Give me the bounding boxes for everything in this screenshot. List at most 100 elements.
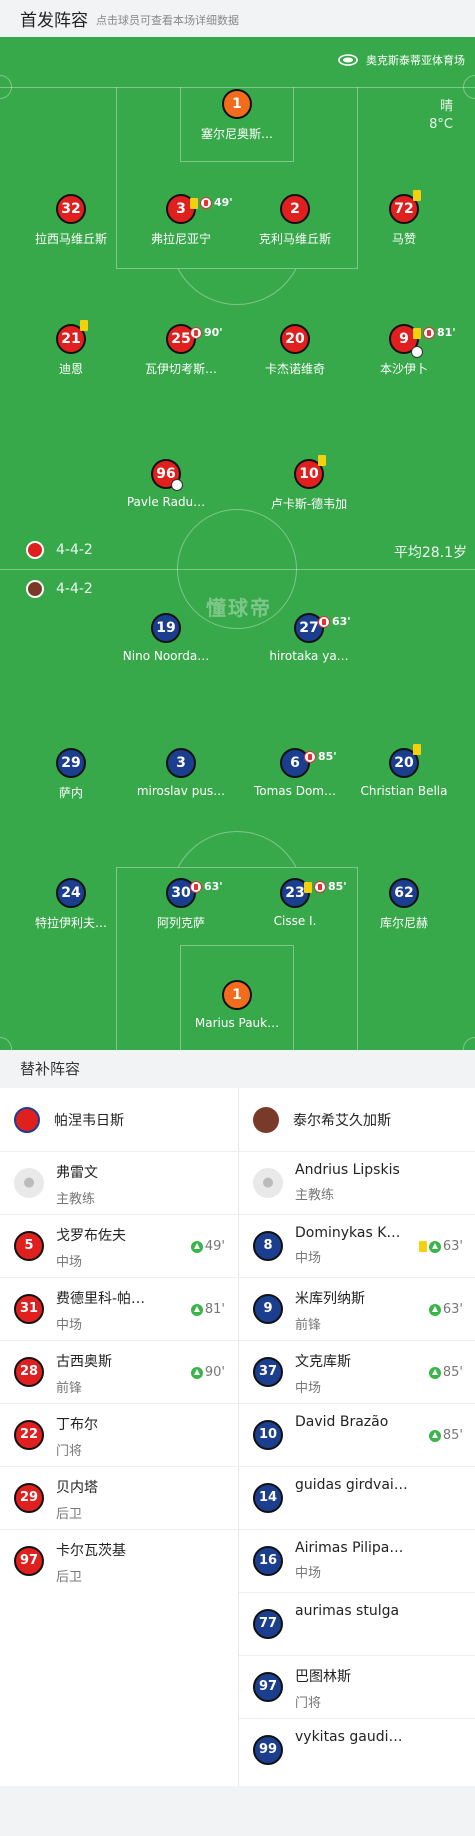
player-name: 卡杰诺维奇 <box>264 362 325 376</box>
player-name: 拉西马维丘斯 <box>34 232 107 246</box>
player-home[interactable]: 32 拉西马维丘斯 <box>11 194 131 247</box>
player-number: 8 <box>253 1231 283 1261</box>
sub-player[interactable]: 37 文克库斯 中场 85' <box>239 1341 475 1404</box>
sub-player[interactable]: 99 vykitas gaudi… <box>239 1719 475 1782</box>
player-away[interactable]: 23 85' Cisse I. <box>235 878 355 928</box>
home-coach[interactable]: ● 弗雷文 主教练 <box>0 1152 237 1215</box>
sub-player[interactable]: 29 贝内塔 后卫 <box>0 1467 237 1530</box>
weather-condition: 晴 <box>439 99 453 114</box>
player-name: 卢卡斯-德韦加 <box>270 497 348 511</box>
player-events <box>413 190 423 201</box>
player-home[interactable]: 2 克利马维丘斯 <box>235 194 355 247</box>
yellow-card-icon <box>413 190 421 201</box>
player-home-gk[interactable]: 1 塞尔尼奥斯… <box>177 89 297 142</box>
player-name: 库尔尼赫 <box>379 916 428 930</box>
event-time: 49' <box>214 196 233 209</box>
yellow-card-icon <box>318 455 326 466</box>
player-home[interactable]: 10 卢卡斯-德韦加 <box>249 455 369 512</box>
player-name: 阿列克萨 <box>156 916 205 930</box>
venue-name: 奥克斯泰蒂亚体育场 <box>366 54 465 67</box>
weather: 晴 8°C <box>429 98 453 134</box>
player-name: aurimas stulga <box>295 1603 400 1619</box>
sub-player[interactable]: 28 古西奥斯 前锋 90' <box>0 1341 237 1404</box>
player-away[interactable]: 3 miroslav pus… <box>121 748 241 798</box>
player-away[interactable]: 30 63' 阿列克萨 <box>121 878 241 931</box>
player-events: 85' <box>304 744 337 770</box>
player-away[interactable]: 6 85' Tomas Dom… <box>235 748 355 798</box>
sub-player[interactable]: 97 巴图林斯 门将 <box>239 1656 475 1719</box>
player-number: 3 <box>176 201 186 217</box>
player-number: 37 <box>253 1357 283 1387</box>
sub-in-info: 63' <box>428 1302 463 1317</box>
sub-player[interactable]: 10 David Brazão 85' <box>239 1404 475 1467</box>
player-position: 前锋 <box>56 1381 83 1396</box>
player-name: Cisse I. <box>273 914 317 928</box>
player-home[interactable]: 25 90' 瓦伊切考斯… <box>121 324 241 377</box>
sub-player[interactable]: 9 米库列纳斯 前锋 63' <box>239 1278 475 1341</box>
player-number: 22 <box>14 1420 44 1450</box>
away-coach[interactable]: ● Andrius Lipskis 主教练 <box>239 1152 475 1215</box>
player-name: 丁布尔 <box>56 1417 98 1433</box>
player-number: 20 <box>280 324 310 354</box>
player-home[interactable]: 9 81' 本沙伊卜 <box>344 324 464 377</box>
player-name: Airimas Pilipa… <box>295 1540 404 1556</box>
sub-in-info: 49' <box>190 1239 225 1254</box>
event-time: 63' <box>204 880 223 893</box>
away-formation-text: 4-4-2 <box>56 581 93 597</box>
player-number: 99 <box>253 1735 283 1765</box>
yellow-card-icon <box>413 327 421 339</box>
player-away[interactable]: 19 Nino Noorda… <box>106 613 226 663</box>
player-number: 97 <box>14 1546 44 1576</box>
player-position: 中场 <box>295 1566 322 1581</box>
player-away-gk[interactable]: 1 Marius Pauk… <box>177 980 297 1030</box>
player-position: 中场 <box>295 1381 322 1396</box>
player-home[interactable]: 72 马赞 <box>344 190 464 247</box>
sub-player[interactable]: 16 Airimas Pilipa… 中场 <box>239 1530 475 1593</box>
player-number: 16 <box>253 1546 283 1576</box>
sub-player[interactable]: 22 丁布尔 门将 <box>0 1404 237 1467</box>
sub-player[interactable]: 8 Dominykas K… 中场 63' <box>239 1215 475 1278</box>
sub-in-icon <box>190 1240 203 1253</box>
player-home[interactable]: 96 Pavle Radu… <box>106 459 226 509</box>
coach-name: 弗雷文 <box>56 1165 98 1181</box>
player-home[interactable]: 20 卡杰诺维奇 <box>235 324 355 377</box>
player-number: 3 <box>166 748 196 778</box>
venue: 奥克斯泰蒂亚体育场 <box>338 52 465 68</box>
player-name: Marius Pauk… <box>194 1016 280 1030</box>
player-away[interactable]: 29 萨内 <box>11 748 131 801</box>
player-position: 后卫 <box>56 1507 83 1522</box>
player-home[interactable]: 21 迪恩 <box>11 320 131 377</box>
sub-out-icon <box>190 327 202 339</box>
sub-in-info: 90' <box>190 1365 225 1380</box>
sub-time: 81' <box>204 1302 225 1317</box>
sub-player[interactable]: 97 卡尔瓦茨基 后卫 <box>0 1530 237 1593</box>
player-away[interactable]: 24 特拉伊利夫… <box>11 878 131 931</box>
player-name: guidas girdvai… <box>295 1477 408 1493</box>
coach-avatar-icon: ● <box>253 1168 283 1198</box>
away-team-header[interactable]: 泰尔希艾久加斯 <box>239 1088 475 1152</box>
sub-player[interactable]: 77 aurimas stulga <box>239 1593 475 1656</box>
sub-player[interactable]: 5 戈罗布佐夫 中场 49' <box>0 1215 237 1278</box>
home-team-header[interactable]: 帕涅韦日斯 <box>0 1088 237 1152</box>
away-subs: 泰尔希艾久加斯 ● Andrius Lipskis 主教练 8 Dominykas… <box>238 1088 475 1786</box>
player-position: 中场 <box>295 1251 322 1266</box>
sub-out-icon <box>190 881 202 893</box>
player-name: hirotaka ya… <box>269 649 349 663</box>
player-position: 中场 <box>56 1318 83 1333</box>
coach-name: Andrius Lipskis <box>295 1162 400 1178</box>
sub-player[interactable]: 14 guidas girdvai… <box>239 1467 475 1530</box>
player-away[interactable]: 20 Christian Bella <box>344 744 464 798</box>
player-name: Christian Bella <box>360 784 448 798</box>
player-home[interactable]: 3 49' 弗拉尼亚宁 <box>121 194 241 247</box>
player-events: 81' <box>413 320 456 346</box>
player-name: Nino Noorda… <box>122 649 210 663</box>
player-away[interactable]: 62 库尔尼赫 <box>344 878 464 931</box>
player-position: 中场 <box>56 1255 83 1270</box>
player-number: 72 <box>394 201 414 217</box>
player-name: David Brazão <box>295 1414 389 1430</box>
home-subs: 帕涅韦日斯 ● 弗雷文 主教练 5 戈罗布佐夫 中场 49' 31 费德里科-帕… 中… <box>0 1088 237 1786</box>
player-number: 20 <box>394 755 414 771</box>
player-number: 77 <box>253 1609 283 1639</box>
sub-player[interactable]: 31 费德里科-帕… 中场 81' <box>0 1278 237 1341</box>
player-away[interactable]: 27 63' hirotaka ya… <box>249 613 369 663</box>
